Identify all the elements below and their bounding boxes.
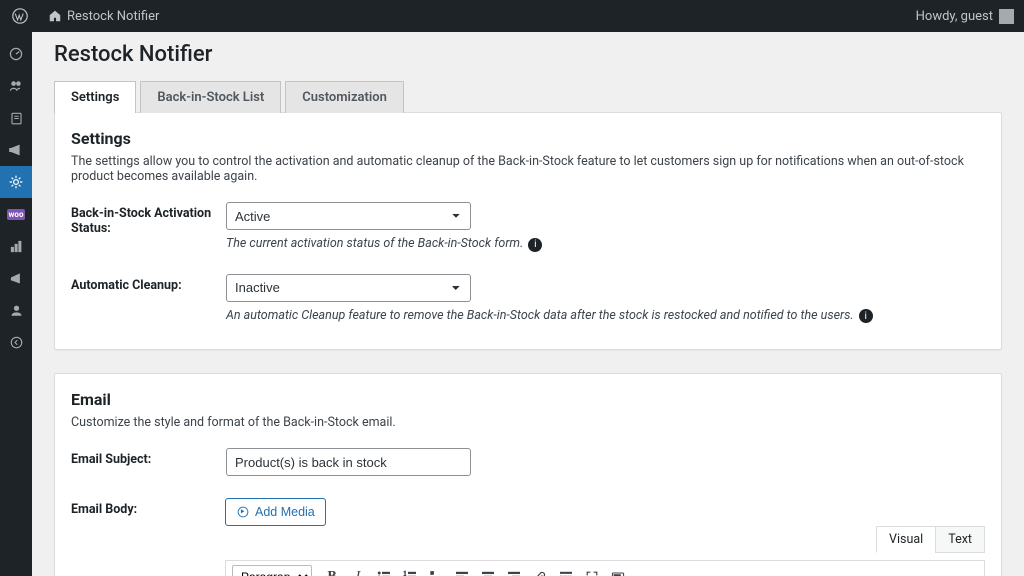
chevron-left-circle-icon: [9, 335, 24, 350]
bar-chart-icon: [9, 239, 24, 254]
wordpress-icon: [12, 8, 28, 24]
blockquote-button[interactable]: ": [424, 565, 448, 576]
content-area: Restock Notifier Settings Back-in-Stock …: [32, 32, 1024, 576]
align-left-button[interactable]: [450, 565, 474, 576]
menu-pages[interactable]: [0, 102, 32, 134]
activation-hint: The current activation status of the Bac…: [226, 236, 985, 252]
activation-status-select[interactable]: Active: [226, 202, 471, 230]
people-icon: [8, 78, 24, 94]
menu-dashboard[interactable]: [0, 38, 32, 70]
read-more-icon: [558, 569, 574, 576]
menu-woocommerce[interactable]: woo: [0, 198, 32, 230]
fullscreen-button[interactable]: [580, 565, 604, 576]
email-body-label: Email Body:: [71, 498, 225, 517]
howdy-text: Howdy, guest: [916, 9, 993, 24]
editor-toolbar: Paragraph B I 123 ": [226, 561, 984, 576]
add-media-button[interactable]: Add Media: [225, 498, 326, 526]
insert-more-button[interactable]: [554, 565, 578, 576]
fullscreen-icon: [584, 569, 600, 576]
bulleted-list-button[interactable]: [372, 565, 396, 576]
email-description: Customize the style and format of the Ba…: [71, 415, 985, 430]
insert-link-button[interactable]: [528, 565, 552, 576]
email-subject-input[interactable]: [226, 448, 471, 476]
list-ul-icon: [376, 569, 392, 576]
align-center-icon: [480, 569, 496, 576]
align-right-icon: [506, 569, 522, 576]
megaphone-icon: [9, 271, 24, 286]
site-name: Restock Notifier: [67, 9, 159, 24]
settings-heading: Settings: [71, 129, 985, 148]
menu-marketing[interactable]: [0, 134, 32, 166]
italic-button[interactable]: I: [346, 565, 370, 576]
editor-tab-visual[interactable]: Visual: [876, 526, 936, 553]
home-icon: [48, 9, 62, 23]
activation-status-label: Back-in-Stock Activation Status:: [71, 202, 226, 236]
settings-panel: Settings The settings allow you to contr…: [54, 112, 1002, 350]
page-title: Restock Notifier: [54, 42, 1002, 67]
cleanup-select[interactable]: Inactive: [226, 274, 471, 302]
align-center-button[interactable]: [476, 565, 500, 576]
avatar: [999, 9, 1014, 24]
gear-icon: [8, 174, 24, 190]
site-home-link[interactable]: Restock Notifier: [42, 0, 165, 32]
paragraph-format-select[interactable]: Paragraph: [232, 565, 312, 576]
link-icon: [532, 569, 548, 576]
megaphone-icon: [8, 142, 24, 158]
menu-settings-current[interactable]: [0, 166, 32, 198]
admin-sidebar: woo: [0, 32, 32, 576]
email-panel: Email Customize the style and format of …: [54, 373, 1002, 576]
user-account-menu[interactable]: Howdy, guest: [916, 9, 1014, 24]
cleanup-hint: An automatic Cleanup feature to remove t…: [226, 308, 985, 324]
settings-description: The settings allow you to control the ac…: [71, 154, 985, 184]
keyboard-icon: [610, 569, 626, 576]
admin-bar: Restock Notifier Howdy, guest: [0, 0, 1024, 32]
tab-back-in-stock-list[interactable]: Back-in-Stock List: [140, 81, 281, 113]
tab-row: Settings Back-in-Stock List Customizatio…: [54, 81, 1002, 113]
info-icon[interactable]: i: [859, 309, 873, 323]
info-icon[interactable]: i: [528, 238, 542, 252]
menu-profile[interactable]: [0, 294, 32, 326]
numbered-list-button[interactable]: 123: [398, 565, 422, 576]
list-ol-icon: 123: [402, 569, 418, 576]
email-subject-label: Email Subject:: [71, 448, 226, 467]
menu-analytics[interactable]: [0, 230, 32, 262]
menu-users[interactable]: [0, 70, 32, 102]
wp-logo-menu[interactable]: [6, 0, 34, 32]
dashboard-icon: [8, 46, 24, 62]
tab-settings[interactable]: Settings: [54, 81, 136, 113]
tab-customization[interactable]: Customization: [285, 81, 404, 113]
woo-icon: woo: [7, 209, 26, 220]
menu-campaigns[interactable]: [0, 262, 32, 294]
media-icon: [236, 505, 250, 519]
menu-collapse[interactable]: [0, 326, 32, 358]
bold-button[interactable]: B: [320, 565, 344, 576]
quote-icon: ": [428, 569, 444, 576]
cleanup-label: Automatic Cleanup:: [71, 274, 226, 293]
page-icon: [9, 111, 24, 126]
toolbar-toggle-button[interactable]: [606, 565, 630, 576]
align-left-icon: [454, 569, 470, 576]
align-right-button[interactable]: [502, 565, 526, 576]
email-heading: Email: [71, 390, 985, 409]
svg-text:": ": [430, 570, 434, 576]
user-icon: [9, 303, 24, 318]
editor-tab-text[interactable]: Text: [935, 526, 985, 553]
